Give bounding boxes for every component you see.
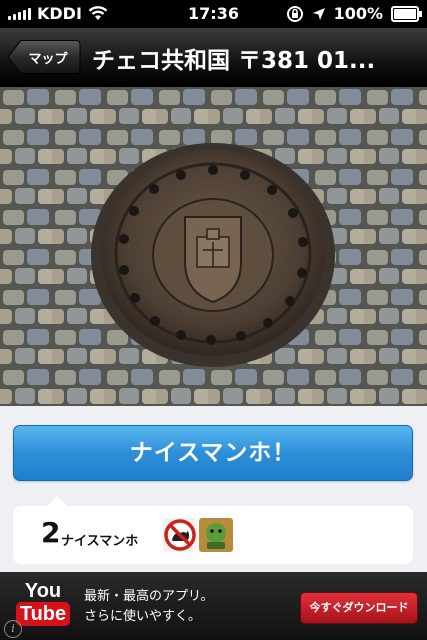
rotation-lock-icon	[286, 5, 303, 22]
youtube-logo: You Tube	[14, 580, 72, 626]
nice-count: 2	[41, 516, 61, 549]
user-avatar[interactable]	[199, 518, 233, 552]
youtube-logo-top: You	[24, 580, 62, 602]
battery-icon	[391, 5, 422, 22]
battery-percent: 100%	[333, 4, 383, 23]
nice-count-label: ナイスマンホ	[61, 534, 139, 549]
ad-banner[interactable]: You Tube 最新・最高のアプリ。 さらに使いやすく。 今すぐダウンロード …	[0, 572, 427, 640]
speech-arrow	[47, 496, 67, 506]
ad-text: 最新・最高のアプリ。 さらに使いやすく。	[84, 587, 213, 627]
page-title: チェコ共和国 〒381 01...	[92, 48, 376, 74]
ad-line-2: さらに使いやすく。	[84, 609, 202, 624]
back-button[interactable]: マップ	[7, 39, 81, 75]
youtube-logo-bottom: Tube	[15, 602, 71, 626]
nice-count-panel: 2 ナイスマンホ	[13, 496, 413, 564]
status-right: 100%	[286, 4, 422, 23]
user-avatar[interactable]	[163, 518, 197, 552]
nice-manhole-button[interactable]: ナイスマンホ！	[13, 425, 413, 481]
back-button-label: マップ	[28, 51, 68, 67]
ad-line-1: 最新・最高のアプリ。	[84, 589, 214, 604]
download-now-button[interactable]: 今すぐダウンロード	[300, 592, 418, 624]
no-pets-icon	[163, 518, 197, 552]
navigation-bar: マップ チェコ共和国 〒381 01...	[0, 28, 427, 87]
status-bar: KDDI 17:36 100%	[0, 0, 427, 28]
info-icon[interactable]: i	[4, 620, 22, 638]
manhole-photo[interactable]	[0, 87, 427, 406]
green-character-icon	[199, 518, 233, 552]
location-icon	[312, 7, 325, 20]
manhole-image	[0, 87, 427, 406]
